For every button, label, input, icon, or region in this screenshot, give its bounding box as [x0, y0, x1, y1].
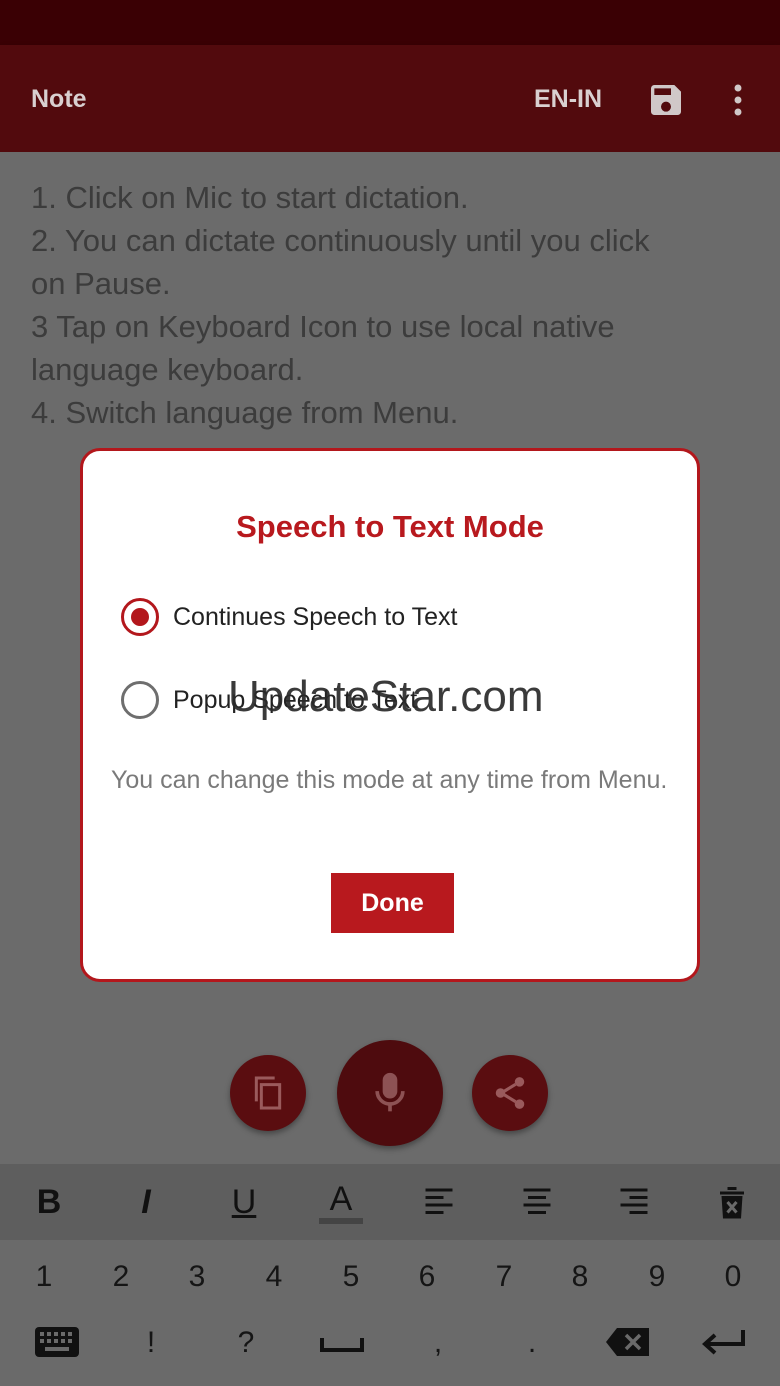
- note-line: language keyboard.: [31, 352, 304, 387]
- underline-button[interactable]: U: [222, 1180, 266, 1224]
- space-key-icon[interactable]: [319, 1326, 365, 1366]
- key-7[interactable]: 7: [484, 1260, 524, 1294]
- dialog-hint: You can change this mode at any time fro…: [111, 766, 668, 794]
- share-icon[interactable]: [472, 1055, 548, 1131]
- key-0[interactable]: 0: [713, 1260, 753, 1294]
- text-color-button[interactable]: A: [319, 1180, 363, 1224]
- mic-icon[interactable]: [337, 1040, 443, 1146]
- key-3[interactable]: 3: [177, 1260, 217, 1294]
- done-button[interactable]: Done: [331, 873, 454, 933]
- status-bar: [0, 0, 780, 45]
- note-line: on Pause.: [31, 266, 171, 301]
- keyboard-icon[interactable]: [34, 1326, 80, 1366]
- key-8[interactable]: 8: [560, 1260, 600, 1294]
- bold-button[interactable]: B: [27, 1180, 71, 1224]
- watermark: UpdateStar.com: [228, 672, 544, 721]
- align-center-icon[interactable]: [515, 1180, 559, 1224]
- app-bar: Note EN-IN: [0, 45, 780, 152]
- note-line: 2. You can dictate continuously until yo…: [31, 223, 650, 258]
- keyboard: 1 2 3 4 5 6 7 8 9 0 ! ? , .: [0, 1240, 780, 1386]
- radio-button-checked[interactable]: [121, 598, 159, 636]
- more-vert-icon[interactable]: [722, 80, 754, 120]
- save-icon[interactable]: [646, 80, 686, 120]
- note-line: 3 Tap on Keyboard Icon to use local nati…: [31, 309, 615, 344]
- enter-icon[interactable]: [701, 1326, 747, 1366]
- key-1[interactable]: 1: [24, 1260, 64, 1294]
- clear-format-icon[interactable]: [710, 1180, 754, 1224]
- note-line: 4. Switch language from Menu.: [31, 395, 459, 430]
- key-9[interactable]: 9: [637, 1260, 677, 1294]
- format-toolbar: B I U A: [0, 1164, 780, 1240]
- dialog-title: Speech to Text Mode: [236, 509, 544, 544]
- key-2[interactable]: 2: [101, 1260, 141, 1294]
- key-6[interactable]: 6: [407, 1260, 447, 1294]
- align-right-icon[interactable]: [612, 1180, 656, 1224]
- option-label: Continues Speech to Text: [173, 602, 458, 631]
- backspace-icon[interactable]: [605, 1326, 651, 1366]
- language-button[interactable]: EN-IN: [534, 85, 602, 114]
- align-left-icon[interactable]: [417, 1180, 461, 1224]
- copy-icon[interactable]: [230, 1055, 306, 1131]
- key-5[interactable]: 5: [331, 1260, 371, 1294]
- key-comma[interactable]: ,: [418, 1326, 458, 1360]
- radio-button-unchecked[interactable]: [121, 681, 159, 719]
- app-title: Note: [31, 85, 87, 113]
- italic-button[interactable]: I: [124, 1180, 168, 1224]
- key-exclamation[interactable]: !: [131, 1326, 171, 1360]
- option-continuous[interactable]: Continues Speech to Text: [121, 597, 457, 637]
- key-period[interactable]: .: [512, 1326, 552, 1360]
- key-4[interactable]: 4: [254, 1260, 294, 1294]
- key-question[interactable]: ?: [226, 1326, 266, 1360]
- note-line: 1. Click on Mic to start dictation.: [31, 180, 469, 215]
